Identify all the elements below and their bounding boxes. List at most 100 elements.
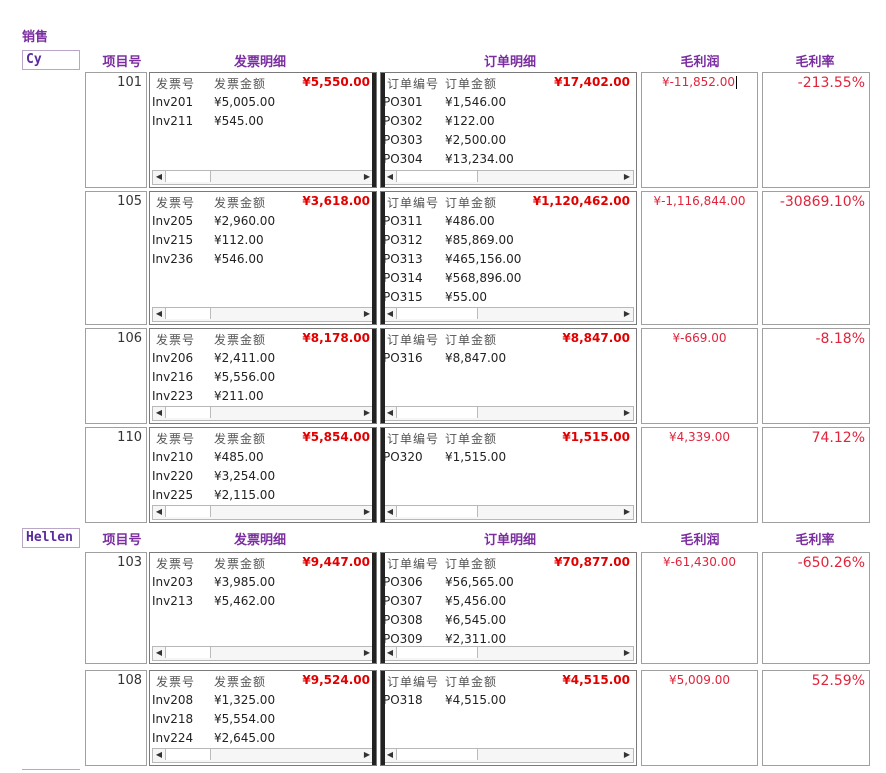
order-row[interactable]: PO311 ¥486.00 xyxy=(383,212,495,230)
scroll-thumb[interactable] xyxy=(165,749,211,760)
scroll-left-arrow-icon[interactable]: ◀ xyxy=(153,506,165,517)
invoice-row[interactable]: Inv206 ¥2,411.00 xyxy=(152,349,275,367)
scroll-left-arrow-icon[interactable]: ◀ xyxy=(153,749,165,760)
order-row[interactable]: PO318 ¥4,515.00 xyxy=(383,691,506,709)
scroll-left-arrow-icon[interactable]: ◀ xyxy=(384,506,396,517)
order-row[interactable]: PO306 ¥56,565.00 xyxy=(383,573,514,591)
scroll-thumb[interactable] xyxy=(396,308,478,319)
order-row[interactable]: PO303 ¥2,500.00 xyxy=(383,131,506,149)
scroll-right-arrow-icon[interactable]: ▶ xyxy=(621,506,633,517)
gross-profit-field[interactable]: ¥5,009.00 xyxy=(641,670,758,766)
salesperson-field[interactable]: Cy xyxy=(22,50,80,70)
invoice-row[interactable]: Inv211 ¥545.00 xyxy=(152,112,264,130)
order-row[interactable]: PO314 ¥568,896.00 xyxy=(383,269,521,287)
scroll-thumb[interactable] xyxy=(396,647,478,658)
scroll-thumb[interactable] xyxy=(396,407,478,418)
invoice-row[interactable]: Inv223 ¥211.00 xyxy=(152,387,264,405)
gross-margin-field[interactable]: 74.12% xyxy=(762,427,870,523)
horizontal-scrollbar[interactable]: ◀ ▶ xyxy=(383,406,634,421)
horizontal-scrollbar[interactable]: ◀ ▶ xyxy=(152,748,374,763)
invoice-subform[interactable]: 发票号 发票金额 ¥5,854.00 Inv210 ¥485.00 Inv220 ¥3,25… xyxy=(149,427,377,523)
invoice-subform[interactable]: 发票号 发票金额 ¥3,618.00 Inv205 ¥2,960.00 Inv215 ¥11… xyxy=(149,191,377,325)
gross-profit-field[interactable]: ¥4,339.00 xyxy=(641,427,758,523)
gross-profit-field[interactable]: ¥-669.00 xyxy=(641,328,758,424)
scroll-right-arrow-icon[interactable]: ▶ xyxy=(621,647,633,658)
invoice-row[interactable]: Inv208 ¥1,325.00 xyxy=(152,691,275,709)
scroll-thumb[interactable] xyxy=(165,647,211,658)
invoice-row[interactable]: Inv225 ¥2,115.00 xyxy=(152,486,275,504)
invoice-subform[interactable]: 发票号 发票金额 ¥8,178.00 Inv206 ¥2,411.00 Inv216 ¥5,… xyxy=(149,328,377,424)
gross-margin-field[interactable]: -8.18% xyxy=(762,328,870,424)
scroll-left-arrow-icon[interactable]: ◀ xyxy=(153,308,165,319)
invoice-row[interactable]: Inv201 ¥5,005.00 xyxy=(152,93,275,111)
salesperson-field[interactable]: Hellen xyxy=(22,528,80,548)
invoice-subform[interactable]: 发票号 发票金额 ¥9,447.00 Inv203 ¥3,985.00 Inv213 ¥5,… xyxy=(149,552,377,664)
project-no-field[interactable]: 108 xyxy=(85,670,147,766)
order-row[interactable]: PO301 ¥1,546.00 xyxy=(383,93,506,111)
scroll-thumb[interactable] xyxy=(165,506,211,517)
horizontal-scrollbar[interactable]: ◀ ▶ xyxy=(383,646,634,661)
order-row[interactable]: PO307 ¥5,456.00 xyxy=(383,592,506,610)
order-subform[interactable]: 订单编号 订单金额 ¥4,515.00 PO318 ¥4,515.00 ◀ ▶ xyxy=(380,670,637,766)
project-no-field[interactable]: 105 xyxy=(85,191,147,325)
scroll-left-arrow-icon[interactable]: ◀ xyxy=(384,407,396,418)
order-subform[interactable]: 订单编号 订单金额 ¥70,877.00 PO306 ¥56,565.00 PO307 ¥5… xyxy=(380,552,637,664)
scroll-right-arrow-icon[interactable]: ▶ xyxy=(621,749,633,760)
horizontal-scrollbar[interactable]: ◀ ▶ xyxy=(152,406,374,421)
scroll-left-arrow-icon[interactable]: ◀ xyxy=(384,749,396,760)
scroll-left-arrow-icon[interactable]: ◀ xyxy=(384,308,396,319)
scroll-left-arrow-icon[interactable]: ◀ xyxy=(153,171,165,182)
scroll-right-arrow-icon[interactable]: ▶ xyxy=(621,171,633,182)
gross-margin-field[interactable]: -650.26% xyxy=(762,552,870,664)
scroll-thumb[interactable] xyxy=(165,171,211,182)
scroll-left-arrow-icon[interactable]: ◀ xyxy=(153,407,165,418)
scroll-right-arrow-icon[interactable]: ▶ xyxy=(621,308,633,319)
invoice-row[interactable]: Inv203 ¥3,985.00 xyxy=(152,573,275,591)
order-subform[interactable]: 订单编号 订单金额 ¥1,515.00 PO320 ¥1,515.00 ◀ ▶ xyxy=(380,427,637,523)
order-row[interactable]: PO320 ¥1,515.00 xyxy=(383,448,506,466)
horizontal-scrollbar[interactable]: ◀ ▶ xyxy=(152,646,374,661)
order-row[interactable]: PO313 ¥465,156.00 xyxy=(383,250,521,268)
invoice-row[interactable]: Inv218 ¥5,554.00 xyxy=(152,710,275,728)
invoice-row[interactable]: Inv210 ¥485.00 xyxy=(152,448,264,466)
gross-margin-field[interactable]: -213.55% xyxy=(762,72,870,188)
scroll-left-arrow-icon[interactable]: ◀ xyxy=(384,647,396,658)
project-no-field[interactable]: 106 xyxy=(85,328,147,424)
invoice-row[interactable]: Inv236 ¥546.00 xyxy=(152,250,264,268)
order-subform[interactable]: 订单编号 订单金额 ¥17,402.00 PO301 ¥1,546.00 PO302 ¥12… xyxy=(380,72,637,188)
invoice-row[interactable]: Inv220 ¥3,254.00 xyxy=(152,467,275,485)
gross-profit-field[interactable]: ¥-61,430.00 xyxy=(641,552,758,664)
scroll-thumb[interactable] xyxy=(396,171,478,182)
invoice-row[interactable]: Inv215 ¥112.00 xyxy=(152,231,264,249)
order-row[interactable]: PO304 ¥13,234.00 xyxy=(383,150,514,168)
gross-profit-field[interactable]: ¥-1,116,844.00 xyxy=(641,191,758,325)
scroll-left-arrow-icon[interactable]: ◀ xyxy=(384,171,396,182)
scroll-thumb[interactable] xyxy=(165,308,211,319)
horizontal-scrollbar[interactable]: ◀ ▶ xyxy=(383,307,634,322)
gross-profit-field[interactable]: ¥-11,852.00 xyxy=(641,72,758,188)
project-no-field[interactable]: 101 xyxy=(85,72,147,188)
invoice-row[interactable]: Inv213 ¥5,462.00 xyxy=(152,592,275,610)
gross-margin-field[interactable]: 52.59% xyxy=(762,670,870,766)
order-row[interactable]: PO308 ¥6,545.00 xyxy=(383,611,506,629)
gross-margin-field[interactable]: -30869.10% xyxy=(762,191,870,325)
scroll-thumb[interactable] xyxy=(165,407,211,418)
horizontal-scrollbar[interactable]: ◀ ▶ xyxy=(152,170,374,185)
order-row[interactable]: PO315 ¥55.00 xyxy=(383,288,487,306)
horizontal-scrollbar[interactable]: ◀ ▶ xyxy=(383,170,634,185)
horizontal-scrollbar[interactable]: ◀ ▶ xyxy=(383,748,634,763)
scroll-right-arrow-icon[interactable]: ▶ xyxy=(621,407,633,418)
order-row[interactable]: PO302 ¥122.00 xyxy=(383,112,495,130)
order-row[interactable]: PO316 ¥8,847.00 xyxy=(383,349,506,367)
invoice-row[interactable]: Inv216 ¥5,556.00 xyxy=(152,368,275,386)
scroll-left-arrow-icon[interactable]: ◀ xyxy=(153,647,165,658)
scroll-thumb[interactable] xyxy=(396,506,478,517)
invoice-subform[interactable]: 发票号 发票金额 ¥5,550.00 Inv201 ¥5,005.00 Inv211 ¥54… xyxy=(149,72,377,188)
project-no-field[interactable]: 110 xyxy=(85,427,147,523)
horizontal-scrollbar[interactable]: ◀ ▶ xyxy=(152,307,374,322)
order-row[interactable]: PO312 ¥85,869.00 xyxy=(383,231,514,249)
horizontal-scrollbar[interactable]: ◀ ▶ xyxy=(383,505,634,520)
horizontal-scrollbar[interactable]: ◀ ▶ xyxy=(152,505,374,520)
scroll-thumb[interactable] xyxy=(396,749,478,760)
order-subform[interactable]: 订单编号 订单金额 ¥1,120,462.00 PO311 ¥486.00 PO312 ¥8… xyxy=(380,191,637,325)
